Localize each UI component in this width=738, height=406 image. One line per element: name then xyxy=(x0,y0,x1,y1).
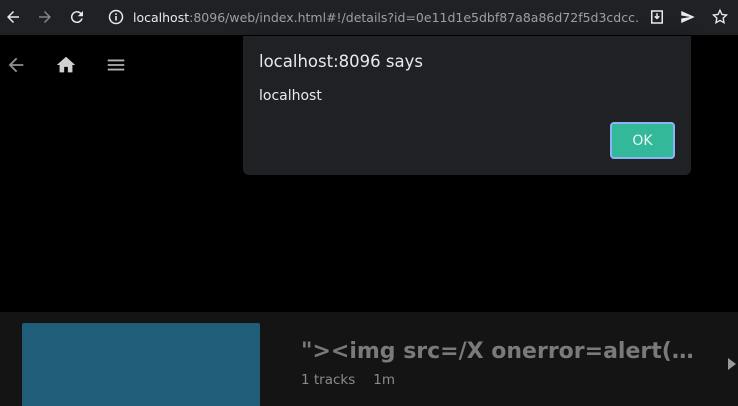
item-title: "><img src=/X onerror=alert(… xyxy=(301,339,694,364)
album-cover[interactable] xyxy=(22,323,260,406)
address-bar[interactable]: localhost:8096/web/index.html#!/details?… xyxy=(102,4,672,31)
info-icon[interactable] xyxy=(108,9,124,25)
back-arrow-icon[interactable] xyxy=(4,53,28,77)
dialog-title: localhost:8096 says xyxy=(259,52,423,71)
url-host: localhost xyxy=(133,10,190,25)
forward-icon[interactable] xyxy=(34,6,56,28)
reload-icon[interactable] xyxy=(66,6,88,28)
download-icon[interactable] xyxy=(646,6,668,28)
dialog-message: localhost xyxy=(259,88,322,104)
scroll-right-icon[interactable] xyxy=(728,358,736,370)
item-meta: 1 tracks 1m xyxy=(301,372,413,388)
url-path: :8096/web/index.html#!/details?id=0e11d1… xyxy=(189,10,639,25)
track-count: 1 tracks xyxy=(301,372,356,388)
home-icon[interactable] xyxy=(54,53,78,77)
back-icon[interactable] xyxy=(2,6,24,28)
duration: 1m xyxy=(373,372,396,388)
alert-dialog: localhost:8096 says localhost OK xyxy=(243,36,691,175)
menu-icon[interactable] xyxy=(104,53,128,77)
url-text: localhost:8096/web/index.html#!/details?… xyxy=(133,9,639,26)
ok-label: OK xyxy=(632,132,653,149)
browser-toolbar: localhost:8096/web/index.html#!/details?… xyxy=(0,0,738,35)
item-detail-strip: "><img src=/X onerror=alert(… 1 tracks 1m xyxy=(0,312,738,406)
bookmark-star-icon[interactable] xyxy=(709,6,731,28)
send-icon[interactable] xyxy=(677,6,699,28)
ok-button[interactable]: OK xyxy=(610,122,675,159)
